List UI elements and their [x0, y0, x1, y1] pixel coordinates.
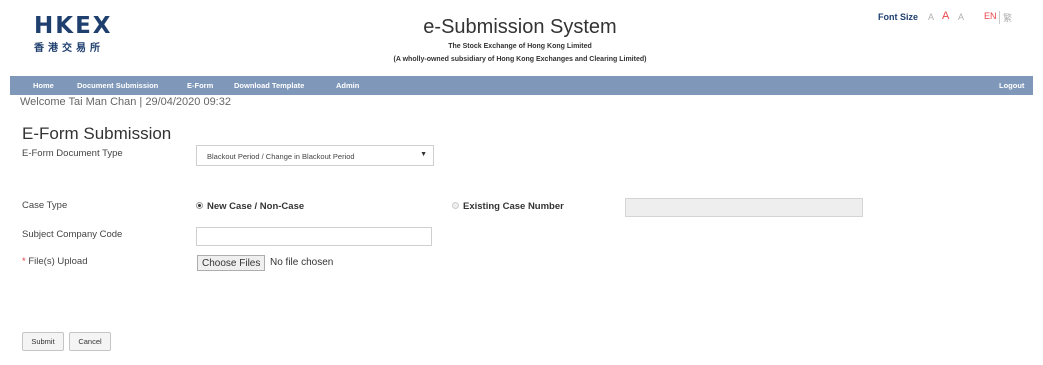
- doc-type-selected-value: Blackout Period / Change in Blackout Per…: [207, 152, 355, 161]
- subtitle-subsidiary: (A wholly-owned subsidiary of Hong Kong …: [393, 56, 647, 63]
- subject-company-label: Subject Company Code: [22, 229, 123, 240]
- submit-button[interactable]: Submit: [22, 332, 64, 351]
- language-en-button[interactable]: EN: [984, 11, 997, 21]
- logo-chinese-text: 香港交易所: [34, 43, 104, 54]
- nav-home[interactable]: Home: [33, 81, 54, 90]
- radio-unselected-icon: [452, 201, 459, 209]
- case-existing-label: Existing Case Number: [463, 201, 564, 212]
- radio-selected-icon: [196, 201, 203, 209]
- subtitle-company: The Stock Exchange of Hong Kong Limited: [448, 43, 592, 50]
- form-title: E-Form Submission: [22, 124, 172, 143]
- welcome-message: Welcome Tai Man Chan | 29/04/2020 09:32: [20, 96, 231, 108]
- file-upload-label-text: File(s) Upload: [25, 256, 88, 267]
- font-size-medium-button[interactable]: A: [942, 10, 949, 22]
- choose-files-button[interactable]: Choose Files: [197, 255, 266, 271]
- no-file-chosen-text: No file chosen: [270, 257, 334, 268]
- case-new-label: New Case / Non-Case: [207, 201, 305, 212]
- language-tc-button[interactable]: 繁: [999, 11, 1012, 24]
- nav-document-submission[interactable]: Document Submission: [77, 81, 158, 90]
- font-size-small-button[interactable]: A: [928, 12, 934, 22]
- nav-admin[interactable]: Admin: [336, 81, 359, 90]
- doc-type-select[interactable]: Blackout Period / Change in Blackout Per…: [196, 145, 434, 166]
- font-size-label: Font Size: [878, 12, 918, 22]
- system-title: e-Submission System: [423, 16, 617, 38]
- nav-download-template[interactable]: Download Template: [234, 81, 304, 90]
- doc-type-label: E-Form Document Type: [22, 148, 123, 159]
- subject-company-code-input[interactable]: [196, 227, 432, 246]
- title-block: e-Submission System The Stock Exchange o…: [320, 14, 720, 63]
- case-existing-radio[interactable]: Existing Case Number: [452, 201, 564, 212]
- existing-case-number-input[interactable]: [625, 198, 863, 217]
- case-type-label: Case Type: [22, 200, 68, 211]
- cancel-button[interactable]: Cancel: [69, 332, 111, 351]
- page-header: HKEX 香港交易所 e-Submission System The Stock…: [0, 0, 1043, 72]
- hkex-logo[interactable]: HKEX 香港交易所: [34, 14, 113, 54]
- file-upload-label: * File(s) Upload: [22, 256, 87, 267]
- font-size-large-button[interactable]: A: [958, 12, 964, 22]
- chevron-down-icon: ▼: [420, 151, 427, 158]
- main-navbar: Home Document Submission E-Form Download…: [10, 76, 1033, 95]
- nav-eform[interactable]: E-Form: [187, 81, 213, 90]
- nav-logout[interactable]: Logout: [999, 81, 1024, 90]
- case-new-radio[interactable]: New Case / Non-Case: [196, 201, 304, 212]
- logo-text: HKEX: [34, 13, 113, 39]
